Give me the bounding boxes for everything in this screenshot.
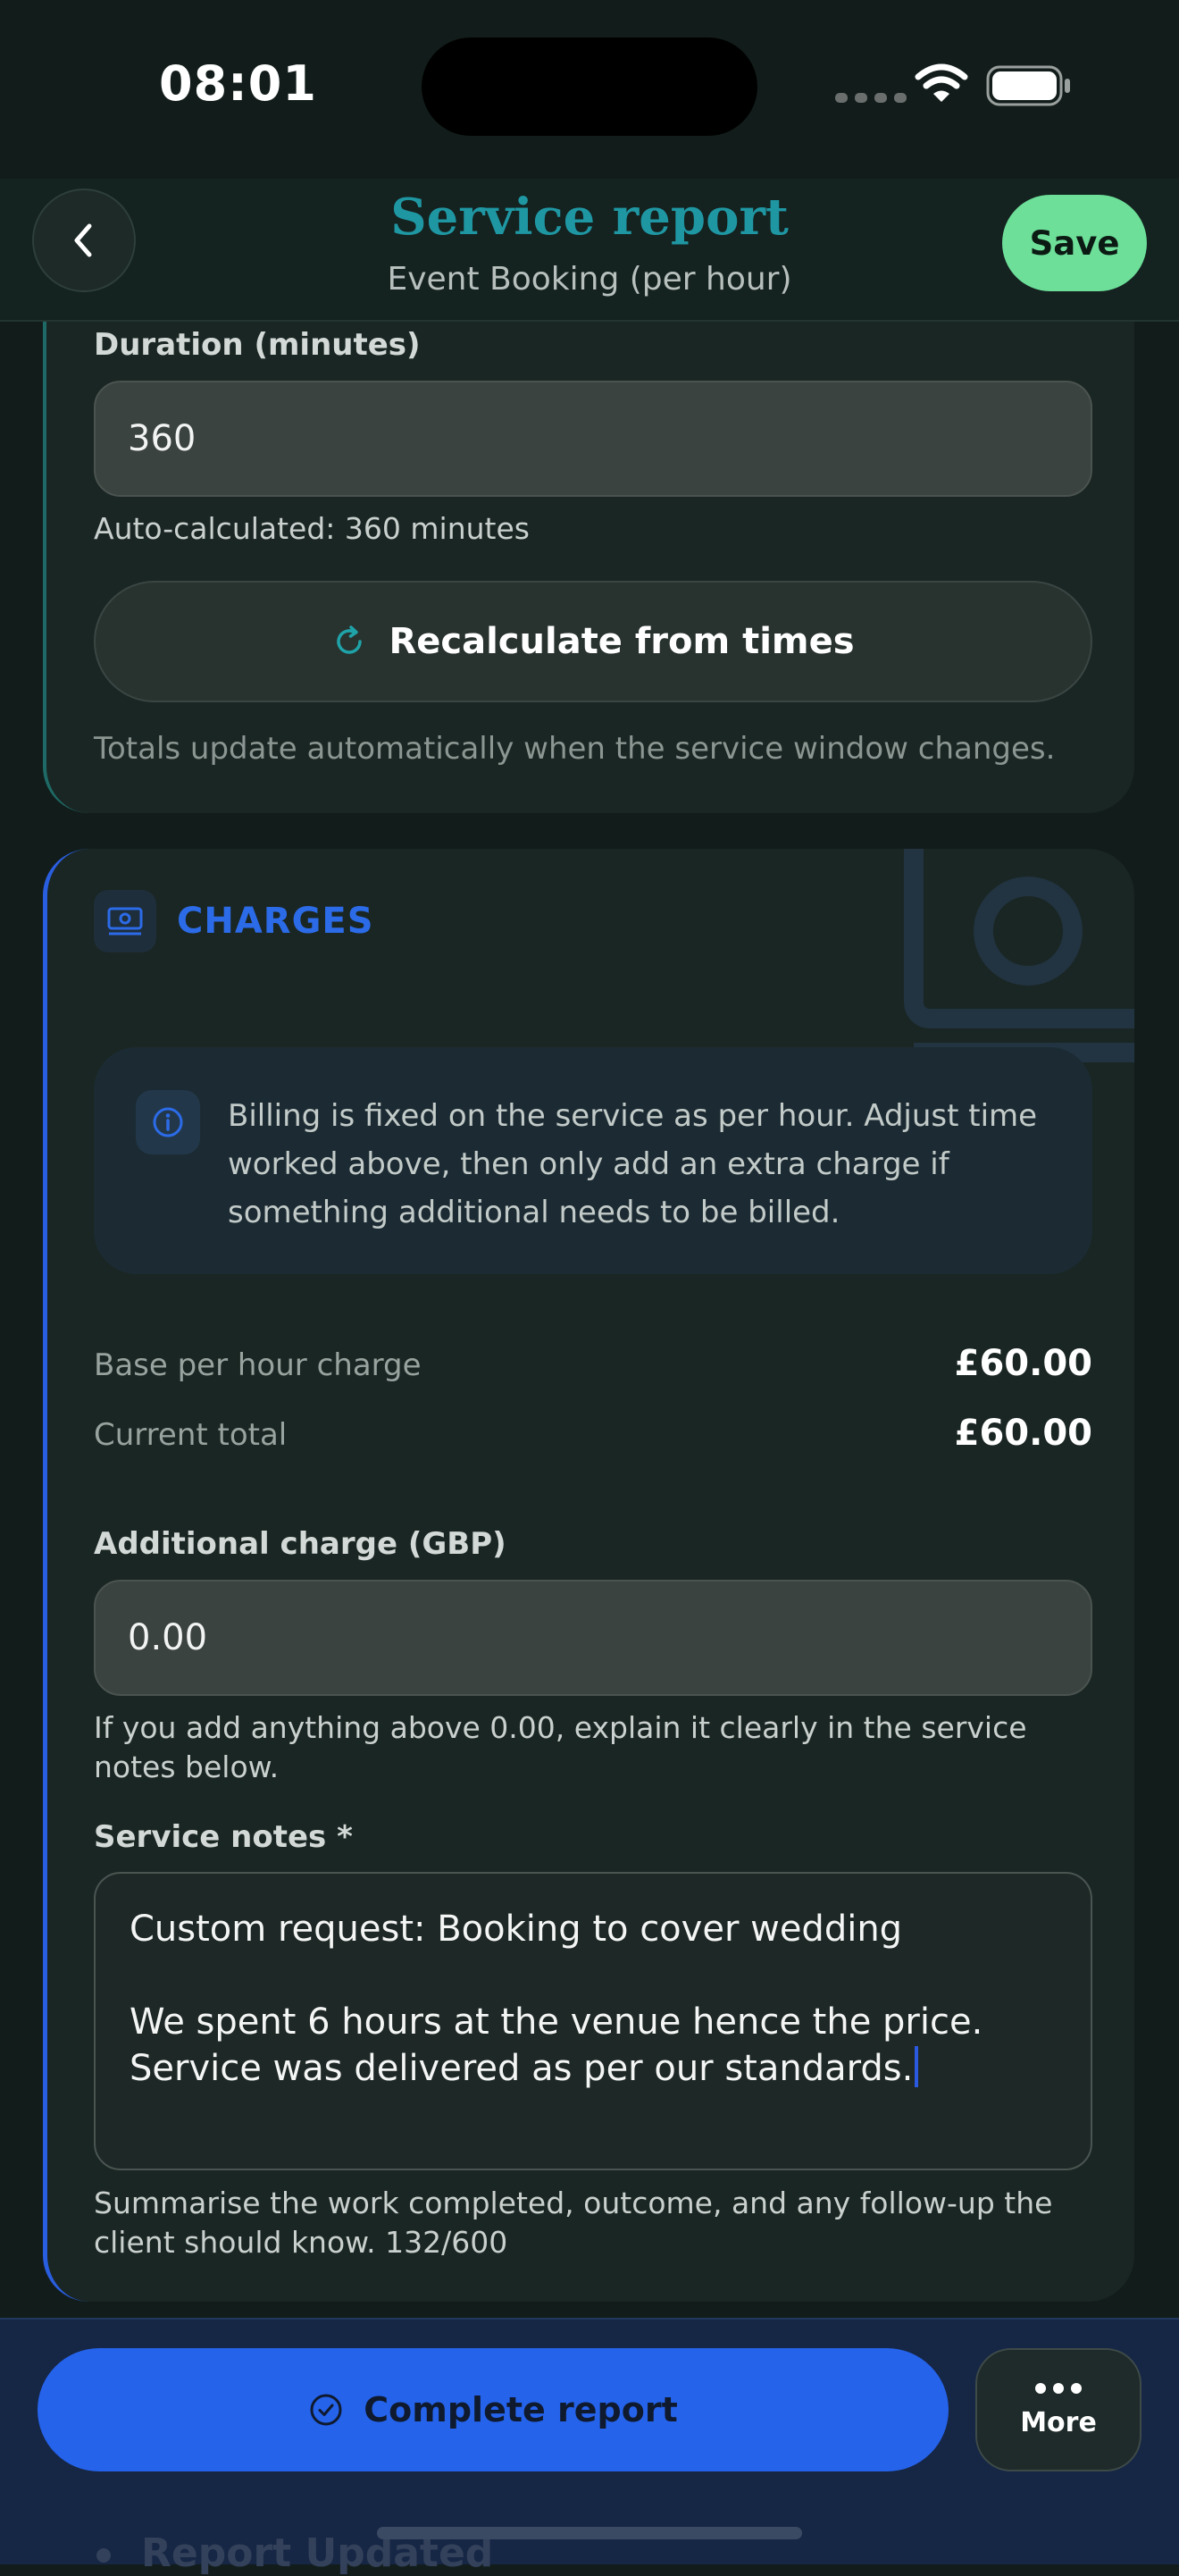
more-button[interactable]: More — [975, 2348, 1141, 2471]
charges-title: CHARGES — [177, 901, 374, 942]
ellipsis-icon — [1035, 2382, 1082, 2394]
check-circle-icon — [310, 2394, 342, 2426]
complete-report-label: Complete report — [364, 2390, 678, 2429]
status-time: 08:01 — [159, 55, 317, 112]
current-total-value: £60.00 — [954, 1413, 1092, 1454]
additional-charge-helper: If you add anything above 0.00, explain … — [94, 1710, 1027, 1784]
service-notes-text: Custom request: Booking to cover wedding… — [130, 1909, 983, 2089]
additional-charge-input[interactable] — [94, 1580, 1092, 1696]
timeline-dot — [96, 2548, 111, 2563]
complete-report-button[interactable]: Complete report — [38, 2348, 949, 2471]
info-icon — [153, 1107, 183, 1137]
text-cursor — [915, 2046, 919, 2087]
page-subtitle: Event Booking (per hour) — [387, 261, 792, 298]
more-label: More — [1020, 2406, 1097, 2438]
auto-calculated-text: Auto-calculated: 360 minutes — [94, 511, 530, 546]
base-charge-label: Base per hour charge — [94, 1347, 422, 1383]
additional-charge-label: Additional charge (GBP) — [94, 1526, 506, 1562]
recalculate-label: Recalculate from times — [389, 621, 855, 662]
banknote-icon — [107, 907, 143, 936]
refresh-icon — [337, 625, 363, 654]
wifi-icon — [915, 63, 968, 102]
charges-icon — [94, 890, 156, 952]
current-total-label: Current total — [94, 1417, 288, 1453]
dynamic-island — [422, 38, 757, 136]
cellular-signal-icon — [835, 93, 907, 103]
billing-info-text: Billing is fixed on the service as per h… — [228, 1098, 1038, 1230]
service-notes-helper: Summarise the work completed, outcome, a… — [94, 2186, 1053, 2260]
info-icon-container — [136, 1090, 200, 1154]
save-button[interactable]: Save — [1002, 195, 1147, 291]
service-notes-textarea[interactable]: Custom request: Booking to cover wedding… — [94, 1872, 1092, 2170]
home-indicator[interactable] — [377, 2527, 802, 2539]
recalculate-button[interactable]: Recalculate from times — [94, 581, 1092, 702]
battery-icon — [986, 65, 1070, 106]
duration-label: Duration (minutes) — [94, 327, 421, 363]
banknote-watermark-icon — [904, 849, 1134, 1062]
service-notes-label: Service notes * — [94, 1819, 353, 1855]
totals-note: Totals update automatically when the ser… — [94, 731, 1056, 767]
duration-input[interactable] — [94, 381, 1092, 497]
base-charge-value: £60.00 — [954, 1343, 1092, 1384]
